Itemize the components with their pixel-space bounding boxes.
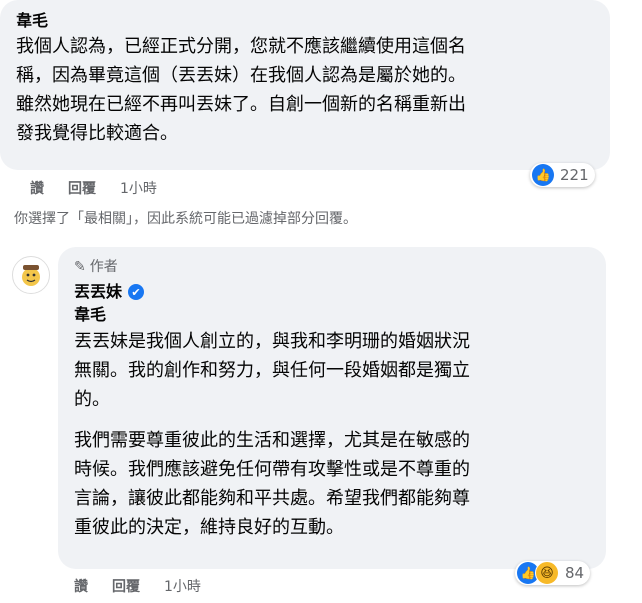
comment-author[interactable]: 韋毛 [16, 10, 594, 32]
reaction-summary[interactable]: 👍 221 [530, 163, 595, 187]
reply-author-row: 丟丟妹 ✔ [74, 281, 590, 303]
reaction-count: 221 [560, 166, 589, 184]
reaction-count: 84 [565, 564, 585, 582]
comment-text: 我個人認為，已經正式分開，您就不應該繼續使用這個名 稱，因為畢竟這個（丟丟妹）在… [16, 36, 466, 144]
haha-icon: 😆 [535, 561, 559, 585]
comment-time[interactable]: 1小時 [120, 178, 157, 198]
avatar-image [14, 258, 48, 292]
like-button[interactable]: 讚 [30, 178, 44, 198]
reply-button[interactable]: 回覆 [68, 178, 96, 198]
like-icon: 👍 [532, 164, 554, 186]
reply-bubble: ✎ 作者 丟丟妹 ✔ 韋毛 丟丟妹是我個人創立的，與我和李明珊的婚姻狀況 無關。… [58, 247, 606, 569]
author-badge-label: 作者 [89, 259, 118, 275]
like-button[interactable]: 讚 [74, 576, 88, 596]
reply-time[interactable]: 1小時 [164, 576, 201, 596]
avatar[interactable] [12, 256, 50, 294]
pencil-icon: ✎ [74, 259, 86, 275]
reply-actions: 讚 回覆 1小時 [74, 576, 225, 596]
author-badge: ✎ 作者 [74, 257, 590, 277]
filter-note: 你選擇了「最相關」，因此系統可能已過濾掉部分回覆。 [14, 211, 357, 227]
reply-author[interactable]: 丟丟妹 [74, 281, 122, 303]
comment-actions: 讚 回覆 1小時 [30, 178, 181, 198]
reply-button[interactable]: 回覆 [112, 576, 140, 596]
reaction-summary[interactable]: 👍 😆 84 [515, 561, 591, 585]
comment-bubble: 韋毛 我個人認為，已經正式分開，您就不應該繼續使用這個名 稱，因為畢竟這個（丟丟… [0, 0, 610, 170]
reply-paragraph-1: 丟丟妹是我個人創立的，與我和李明珊的婚姻狀況 無關。我的創作和努力，與任何一段婚… [74, 331, 470, 410]
verified-badge-icon: ✔ [128, 284, 145, 300]
reply-paragraph-2: 我們需要尊重彼此的生活和選擇，尤其是在敏感的 時候。我們應該避免任何帶有攻擊性或… [74, 430, 470, 538]
mention-tag[interactable]: 韋毛 [74, 303, 590, 327]
